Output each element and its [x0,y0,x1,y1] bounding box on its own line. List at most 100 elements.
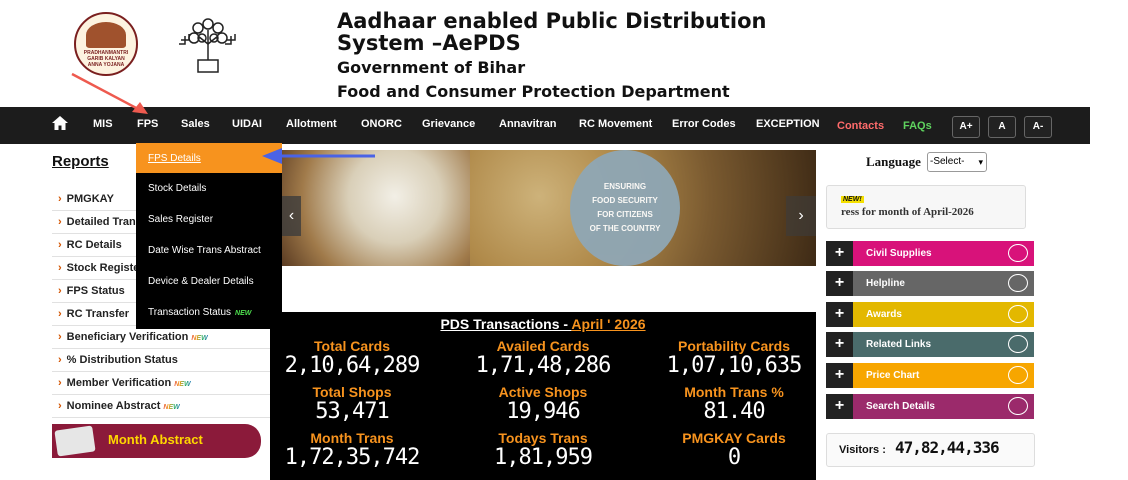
month-abstract-button[interactable]: Month Abstract [52,424,261,458]
news-new-badge: NEW! [841,196,864,203]
banner-text-line2: FOOD SECURITY [592,196,658,205]
stats-title-prefix: PDS Transactions - [440,316,572,332]
dropdown-item-stock-details[interactable]: Stock Details [136,173,282,204]
pmgkay-logo: PRADHANMANTRI GARIB KALYAN ANNA YOJANA [74,12,138,76]
new-badge: NEW [191,335,208,342]
sidebar-item-nominee-abstract[interactable]: Nominee AbstractNEW [52,395,270,418]
new-badge: NEW [235,310,252,317]
stat-label: Availed Cards [496,338,590,354]
quick-link-civil-supplies[interactable]: + Civil Supplies [826,241,1034,266]
plus-icon: + [826,394,853,419]
banner-next-button[interactable]: › [786,196,816,236]
users-icon [1008,274,1028,292]
nav-item-annavitran[interactable]: Annavitran [499,107,556,144]
stat-value: 1,07,10,635 [666,353,803,378]
banner-text-line4: OF THE COUNTRY [589,224,661,233]
nav-item-grievance[interactable]: Grievance [422,107,475,144]
stat-value: 0 [727,445,741,470]
banner-prev-button[interactable]: ‹ [282,196,301,236]
stat-portability-cards: Portability Cards 1,07,10,635 [644,338,824,378]
sidebar-item-label: % Distribution Status [66,354,178,366]
globe-icon [1008,397,1028,415]
nav-item-uidai[interactable]: UIDAI [232,107,262,144]
quick-link-label: Search Details [866,401,935,412]
stat-total-shops: Total Shops 53,471 [262,384,442,424]
stat-availed-cards: Availed Cards 1,71,48,286 [453,338,633,378]
stat-pmgkay-cards: PMGKAY Cards 0 [644,430,824,470]
nav-item-rc-movement[interactable]: RC Movement [579,107,652,144]
plus-icon: + [826,302,853,327]
month-abstract-label: Month Abstract [108,432,203,447]
font-decrease-button[interactable]: A- [1024,116,1052,138]
pmgkay-logo-text: PRADHANMANTRI GARIB KALYAN ANNA YOJANA [83,50,129,68]
sidebar-item-label: RC Details [66,239,122,251]
stat-total-cards: Total Cards 2,10,64,289 [262,338,442,378]
font-increase-button[interactable]: A+ [952,116,980,138]
fps-dropdown-menu: FPS Details Stock Details Sales Register… [136,143,282,329]
stat-value: 1,71,48,286 [475,353,612,378]
main-nav-bar: MIS FPS Sales UIDAI Allotment ONORC Grie… [0,107,1090,144]
quick-link-helpline[interactable]: + Helpline [826,271,1034,296]
sidebar-item-label: Nominee Abstract [66,400,161,412]
nav-item-exception[interactable]: EXCEPTION [756,107,820,144]
stat-month-trans: Month Trans 1,72,35,742 [262,430,442,470]
stat-todays-trans: Todays Trans 1,81,959 [453,430,633,470]
quick-link-label: Related Links [866,339,932,350]
quick-link-price-chart[interactable]: + Price Chart [826,363,1034,388]
sidebar-item-member-verification[interactable]: Member VerificationNEW [52,372,270,395]
database-icon [1008,366,1028,384]
quick-link-related-links[interactable]: + Related Links [826,332,1034,357]
stat-label: Todays Trans [498,430,588,446]
news-ticker-text: ress for month of April-2026 [841,206,974,218]
stat-label: PMGKAY Cards [682,430,786,446]
banner-text-line1: ENSURING [603,182,647,191]
language-selected-value: -Select- [930,156,965,167]
document-icon [54,425,96,457]
dropdown-item-date-wise-trans-abstract[interactable]: Date Wise Trans Abstract [136,235,282,266]
stat-value: 1,72,35,742 [284,445,421,470]
sidebar-item-label: RC Transfer [66,308,130,320]
stat-label: Month Trans [310,430,394,446]
visitors-label: Visitors : [839,444,886,456]
language-label: Language [866,154,921,169]
site-title-block: Aadhaar enabled Public Distribution Syst… [337,10,766,104]
sidebar-item-label: Stock Registe [66,262,140,274]
stat-label: Month Trans % [684,384,784,400]
plus-icon: + [826,271,853,296]
sidebar-item-beneficiary-verification[interactable]: Beneficiary VerificationNEW [52,326,270,349]
visitors-counter: Visitors : 47,82,44,336 [826,433,1035,467]
stat-month-trans-percent: Month Trans % 81.40 [644,384,824,424]
site-title-line1: Aadhaar enabled Public Distribution [337,9,767,33]
quick-link-awards[interactable]: + Awards [826,302,1034,327]
nav-item-onorc[interactable]: ONORC [361,107,402,144]
quick-link-label: Civil Supplies [866,248,932,259]
stats-title: PDS Transactions - April ' 2026 [270,316,816,332]
dropdown-item-sales-register[interactable]: Sales Register [136,204,282,235]
visitors-count: 47,82,44,336 [895,438,1000,457]
stat-value: 53,471 [315,399,389,424]
sidebar-item-distribution-status[interactable]: % Distribution Status [52,349,270,372]
font-normal-button[interactable]: A [988,116,1016,138]
nav-item-sales[interactable]: Sales [181,107,210,144]
banner-text-line3: FOR CITIZENS [597,210,653,219]
stats-title-month: April ' 2026 [571,316,646,332]
nav-item-error-codes[interactable]: Error Codes [672,107,736,144]
dropdown-item-transaction-status[interactable]: Transaction Status NEW [136,297,282,328]
new-badge: NEW [163,404,180,411]
dropdown-item-device-dealer-details[interactable]: Device & Dealer Details [136,266,282,297]
new-badge: NEW [174,381,191,388]
handshake-icon [1008,244,1028,262]
news-ticker[interactable]: NEW! ress for month of April-2026 [826,185,1026,229]
red-annotation-arrow-icon [71,72,148,114]
trophy-icon [1008,305,1028,323]
language-select[interactable]: -Select- ▾ [927,152,987,172]
nav-item-faqs[interactable]: FAQs [903,109,932,146]
quick-link-search-details[interactable]: + Search Details [826,394,1034,419]
blue-annotation-arrow-icon [262,148,375,164]
home-icon[interactable] [52,116,68,130]
nav-item-contacts[interactable]: Contacts [837,109,884,146]
nav-item-allotment[interactable]: Allotment [286,107,337,144]
stat-label: Total Shops [312,384,392,400]
government-name: Government of Bihar [337,58,526,77]
stat-value: 19,946 [506,399,580,424]
